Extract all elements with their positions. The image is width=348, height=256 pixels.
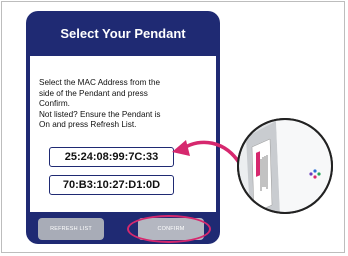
pendant-device-zoom xyxy=(237,118,333,214)
curved-arrow-icon xyxy=(172,140,242,166)
select-pendant-dialog: Select Your Pendant Select the MAC Addre… xyxy=(26,11,220,244)
confirm-highlight-ring xyxy=(127,215,211,243)
mac-address-option[interactable]: 25:24:08:99:7C:33 xyxy=(49,147,174,167)
instructions-text: Select the MAC Address from the side of … xyxy=(39,78,161,129)
refresh-list-button[interactable]: REFRESH LIST xyxy=(38,218,104,240)
dialog-title: Select Your Pendant xyxy=(60,26,186,41)
mac-address-option[interactable]: 70:B3:10:27:D1:0D xyxy=(49,175,174,195)
